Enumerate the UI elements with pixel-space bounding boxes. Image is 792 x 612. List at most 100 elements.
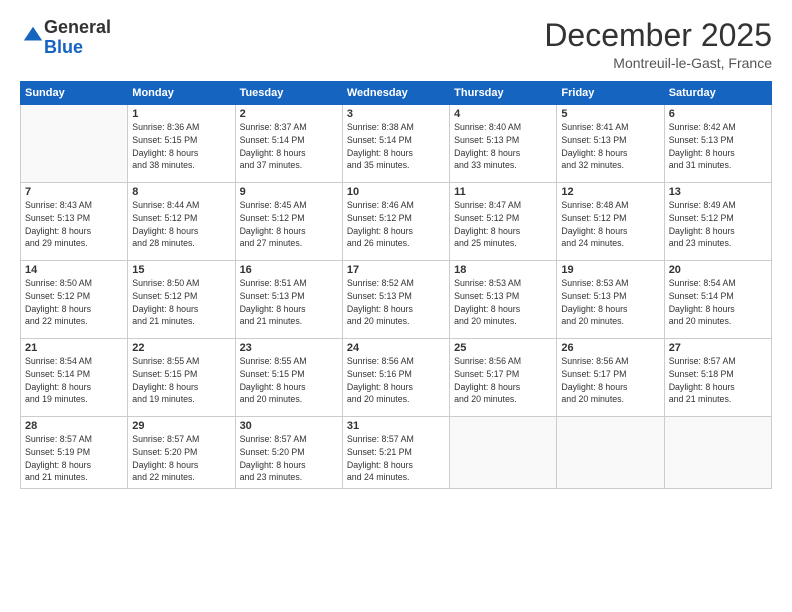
day-number: 9 [240,186,338,198]
day-number: 27 [669,342,767,354]
calendar-table: Sunday Monday Tuesday Wednesday Thursday… [20,81,772,489]
day-info: Sunrise: 8:56 AM Sunset: 5:17 PM Dayligh… [454,355,552,406]
day-number: 26 [561,342,659,354]
day-info: Sunrise: 8:38 AM Sunset: 5:14 PM Dayligh… [347,121,445,172]
day-number: 5 [561,108,659,120]
day-info: Sunrise: 8:50 AM Sunset: 5:12 PM Dayligh… [132,277,230,328]
col-tuesday: Tuesday [235,82,342,105]
day-number: 31 [347,420,445,432]
table-row: 20Sunrise: 8:54 AM Sunset: 5:14 PM Dayli… [664,261,771,339]
col-saturday: Saturday [664,82,771,105]
col-monday: Monday [128,82,235,105]
table-row: 31Sunrise: 8:57 AM Sunset: 5:21 PM Dayli… [342,417,449,489]
day-number: 15 [132,264,230,276]
day-info: Sunrise: 8:43 AM Sunset: 5:13 PM Dayligh… [25,199,123,250]
day-info: Sunrise: 8:54 AM Sunset: 5:14 PM Dayligh… [25,355,123,406]
day-info: Sunrise: 8:36 AM Sunset: 5:15 PM Dayligh… [132,121,230,172]
day-info: Sunrise: 8:49 AM Sunset: 5:12 PM Dayligh… [669,199,767,250]
logo: General Blue [20,18,111,58]
table-row: 8Sunrise: 8:44 AM Sunset: 5:12 PM Daylig… [128,183,235,261]
table-row: 30Sunrise: 8:57 AM Sunset: 5:20 PM Dayli… [235,417,342,489]
table-row: 13Sunrise: 8:49 AM Sunset: 5:12 PM Dayli… [664,183,771,261]
day-number: 8 [132,186,230,198]
day-number: 29 [132,420,230,432]
day-number: 6 [669,108,767,120]
day-info: Sunrise: 8:55 AM Sunset: 5:15 PM Dayligh… [132,355,230,406]
col-friday: Friday [557,82,664,105]
day-info: Sunrise: 8:40 AM Sunset: 5:13 PM Dayligh… [454,121,552,172]
month-title: December 2025 [544,18,772,53]
day-info: Sunrise: 8:45 AM Sunset: 5:12 PM Dayligh… [240,199,338,250]
day-number: 20 [669,264,767,276]
day-number: 22 [132,342,230,354]
day-info: Sunrise: 8:57 AM Sunset: 5:20 PM Dayligh… [240,433,338,484]
table-row: 21Sunrise: 8:54 AM Sunset: 5:14 PM Dayli… [21,339,128,417]
day-number: 2 [240,108,338,120]
day-info: Sunrise: 8:57 AM Sunset: 5:18 PM Dayligh… [669,355,767,406]
day-number: 11 [454,186,552,198]
table-row: 22Sunrise: 8:55 AM Sunset: 5:15 PM Dayli… [128,339,235,417]
col-thursday: Thursday [450,82,557,105]
day-info: Sunrise: 8:44 AM Sunset: 5:12 PM Dayligh… [132,199,230,250]
day-info: Sunrise: 8:57 AM Sunset: 5:19 PM Dayligh… [25,433,123,484]
table-row: 24Sunrise: 8:56 AM Sunset: 5:16 PM Dayli… [342,339,449,417]
day-number: 19 [561,264,659,276]
table-row: 1Sunrise: 8:36 AM Sunset: 5:15 PM Daylig… [128,105,235,183]
logo-icon [22,24,44,46]
table-row: 12Sunrise: 8:48 AM Sunset: 5:12 PM Dayli… [557,183,664,261]
day-number: 13 [669,186,767,198]
table-row: 7Sunrise: 8:43 AM Sunset: 5:13 PM Daylig… [21,183,128,261]
day-number: 25 [454,342,552,354]
day-number: 24 [347,342,445,354]
table-row: 18Sunrise: 8:53 AM Sunset: 5:13 PM Dayli… [450,261,557,339]
day-info: Sunrise: 8:51 AM Sunset: 5:13 PM Dayligh… [240,277,338,328]
table-row: 14Sunrise: 8:50 AM Sunset: 5:12 PM Dayli… [21,261,128,339]
day-number: 18 [454,264,552,276]
day-info: Sunrise: 8:56 AM Sunset: 5:17 PM Dayligh… [561,355,659,406]
table-row: 29Sunrise: 8:57 AM Sunset: 5:20 PM Dayli… [128,417,235,489]
day-number: 16 [240,264,338,276]
calendar-header-row: Sunday Monday Tuesday Wednesday Thursday… [21,82,772,105]
table-row [21,105,128,183]
day-number: 21 [25,342,123,354]
table-row: 23Sunrise: 8:55 AM Sunset: 5:15 PM Dayli… [235,339,342,417]
table-row: 3Sunrise: 8:38 AM Sunset: 5:14 PM Daylig… [342,105,449,183]
header: General Blue December 2025 Montreuil-le-… [20,18,772,71]
day-number: 23 [240,342,338,354]
table-row: 27Sunrise: 8:57 AM Sunset: 5:18 PM Dayli… [664,339,771,417]
day-number: 30 [240,420,338,432]
table-row: 9Sunrise: 8:45 AM Sunset: 5:12 PM Daylig… [235,183,342,261]
day-info: Sunrise: 8:54 AM Sunset: 5:14 PM Dayligh… [669,277,767,328]
table-row: 11Sunrise: 8:47 AM Sunset: 5:12 PM Dayli… [450,183,557,261]
day-info: Sunrise: 8:48 AM Sunset: 5:12 PM Dayligh… [561,199,659,250]
table-row: 16Sunrise: 8:51 AM Sunset: 5:13 PM Dayli… [235,261,342,339]
table-row [450,417,557,489]
day-number: 1 [132,108,230,120]
table-row: 17Sunrise: 8:52 AM Sunset: 5:13 PM Dayli… [342,261,449,339]
day-number: 28 [25,420,123,432]
logo-general: General [44,17,111,37]
page: General Blue December 2025 Montreuil-le-… [0,0,792,612]
table-row: 15Sunrise: 8:50 AM Sunset: 5:12 PM Dayli… [128,261,235,339]
day-info: Sunrise: 8:47 AM Sunset: 5:12 PM Dayligh… [454,199,552,250]
day-info: Sunrise: 8:55 AM Sunset: 5:15 PM Dayligh… [240,355,338,406]
day-number: 7 [25,186,123,198]
title-block: December 2025 Montreuil-le-Gast, France [544,18,772,71]
table-row: 5Sunrise: 8:41 AM Sunset: 5:13 PM Daylig… [557,105,664,183]
day-info: Sunrise: 8:56 AM Sunset: 5:16 PM Dayligh… [347,355,445,406]
table-row: 2Sunrise: 8:37 AM Sunset: 5:14 PM Daylig… [235,105,342,183]
day-info: Sunrise: 8:53 AM Sunset: 5:13 PM Dayligh… [454,277,552,328]
day-number: 12 [561,186,659,198]
location-title: Montreuil-le-Gast, France [544,55,772,71]
day-info: Sunrise: 8:46 AM Sunset: 5:12 PM Dayligh… [347,199,445,250]
table-row: 6Sunrise: 8:42 AM Sunset: 5:13 PM Daylig… [664,105,771,183]
table-row: 26Sunrise: 8:56 AM Sunset: 5:17 PM Dayli… [557,339,664,417]
logo-text: General Blue [44,18,111,58]
table-row [664,417,771,489]
day-number: 3 [347,108,445,120]
day-number: 17 [347,264,445,276]
table-row: 4Sunrise: 8:40 AM Sunset: 5:13 PM Daylig… [450,105,557,183]
logo-blue: Blue [44,37,83,57]
day-number: 14 [25,264,123,276]
table-row: 19Sunrise: 8:53 AM Sunset: 5:13 PM Dayli… [557,261,664,339]
